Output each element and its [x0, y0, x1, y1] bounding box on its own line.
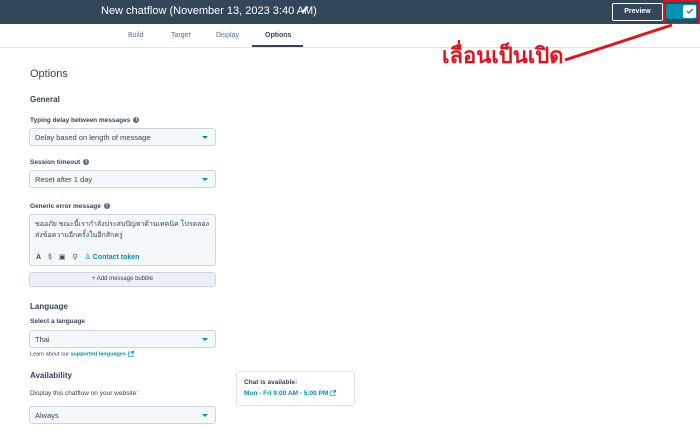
chevron-down-icon [202, 414, 208, 417]
error-message-label: Generic error message i [30, 203, 110, 210]
session-timeout-select[interactable]: Reset after 1 day [29, 170, 216, 188]
error-message-label-text: Generic error message [30, 203, 101, 210]
tab-target[interactable]: Target [171, 32, 190, 39]
availability-select[interactable]: Always [29, 406, 216, 424]
external-link-icon [330, 390, 337, 397]
chevron-down-icon [202, 136, 208, 139]
typing-delay-value: Delay based on length of message [35, 133, 151, 142]
info-icon[interactable]: i [133, 117, 140, 124]
info-icon[interactable]: i [103, 203, 110, 210]
section-language-heading: Language [30, 302, 68, 311]
annotation-arrow [564, 23, 673, 62]
add-message-bubble-button[interactable]: + Add message bubble [29, 272, 216, 287]
personalize-icon[interactable]: § [48, 254, 52, 261]
link-icon[interactable]: ⚲ [72, 253, 77, 261]
session-timeout-value: Reset after 1 day [35, 175, 93, 184]
active-tab-indicator [252, 45, 303, 47]
error-message-editor[interactable]: ขออภัย ขณะนี้เรากำลังประสบปัญหาด้านเทคนิ… [29, 214, 216, 266]
tab-display[interactable]: Display [216, 32, 239, 39]
section-availability-heading: Availability [30, 371, 72, 380]
supported-languages-link[interactable]: supported languages [70, 351, 126, 357]
availability-hours: Mon - Fri 9:00 AM - 5:00 PM [244, 390, 329, 397]
typing-delay-select[interactable]: Delay based on length of message [29, 128, 216, 146]
external-link-icon [127, 351, 134, 357]
chevron-down-icon [202, 338, 208, 341]
language-label: Select a language [30, 318, 85, 325]
tab-options[interactable]: Options [265, 32, 291, 39]
availability-card: Chat is available: Mon - Fri 9:00 AM - 5… [236, 371, 355, 406]
session-timeout-label: Session timeout i [30, 159, 90, 166]
tab-build[interactable]: Build [128, 32, 144, 39]
pencil-icon[interactable] [300, 3, 310, 15]
image-icon[interactable]: ▣ [59, 253, 66, 261]
language-select[interactable]: Thai [29, 330, 216, 348]
learn-prefix: Learn about our [30, 351, 69, 358]
error-message-text[interactable]: ขออภัย ขณะนี้เรากำลังประสบปัญหาด้านเทคนิ… [35, 219, 213, 241]
page-title: Options [30, 68, 68, 80]
person-icon: ♙ [84, 254, 93, 261]
availability-description: Display this chatflow on your website: [30, 390, 139, 397]
info-icon[interactable]: i [83, 159, 90, 166]
contact-token-button[interactable]: ♙ Contact token [85, 253, 140, 261]
availability-hours-link[interactable]: Mon - Fri 9:00 AM - 5:00 PM [244, 390, 337, 397]
chatflow-title[interactable]: New chatflow (November 13, 2023 3:40 AM) [101, 5, 317, 17]
typing-delay-label: Typing delay between messages i [30, 117, 140, 124]
supported-languages-note: Learn about our supported languages [30, 351, 134, 357]
typing-delay-label-text: Typing delay between messages [30, 117, 131, 124]
editor-toolbar: A § ▣ ⚲ ♙ Contact token [36, 253, 144, 263]
contact-token-label: Contact token [92, 254, 140, 261]
annotation-text: เลื่อนเป็นเปิด [442, 43, 564, 68]
language-value: Thai [35, 335, 50, 344]
availability-value: Always [35, 411, 59, 420]
session-timeout-label-text: Session timeout [30, 159, 81, 166]
availability-card-title: Chat is available: [244, 379, 298, 386]
preview-button[interactable]: Preview [612, 3, 663, 21]
section-general-heading: General [30, 95, 60, 104]
chevron-down-icon [202, 178, 208, 181]
text-style-icon[interactable]: A [36, 254, 41, 261]
